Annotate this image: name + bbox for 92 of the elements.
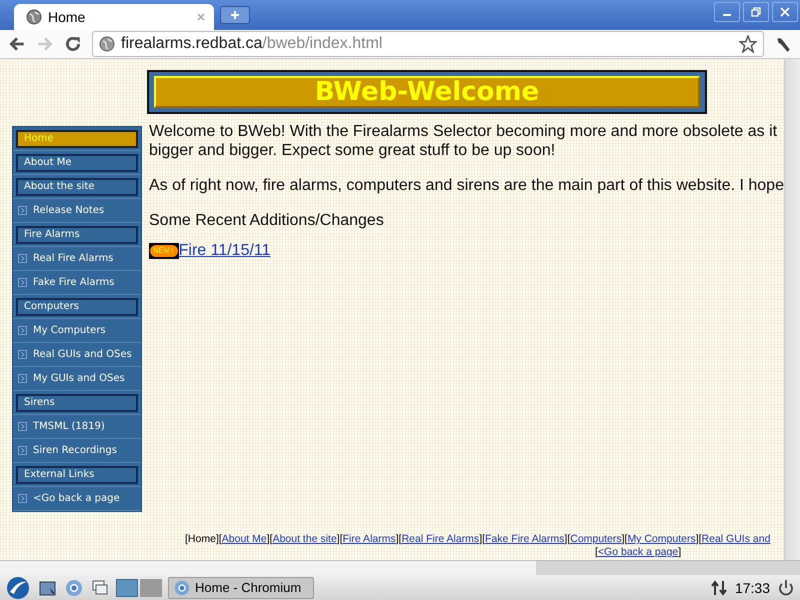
- bracket: [: [340, 533, 343, 545]
- sidebar-link[interactable]: Fake Fire Alarms: [13, 271, 141, 295]
- star-icon[interactable]: [739, 35, 757, 53]
- new-badge: NEW!: [149, 243, 179, 259]
- reload-icon[interactable]: [64, 35, 82, 53]
- banner-title: BWeb-Welcome: [154, 76, 700, 108]
- arrow-icon: [18, 206, 27, 215]
- bracket: ]: [216, 533, 219, 545]
- bracket: ]: [396, 533, 399, 545]
- back-icon[interactable]: [8, 35, 26, 53]
- restore-button[interactable]: [743, 2, 769, 22]
- clock[interactable]: 17:33: [734, 580, 770, 596]
- section-heading: Some Recent Additions/Changes: [149, 211, 385, 230]
- sidebar-item[interactable]: Fire Alarms: [13, 223, 141, 247]
- sidebar-item[interactable]: About Me: [13, 151, 141, 175]
- arrow-icon: [18, 374, 27, 383]
- sidebar-link[interactable]: My GUIs and OSes: [13, 367, 141, 391]
- footer-link[interactable]: Computers: [570, 533, 622, 545]
- arrow-icon: [18, 446, 27, 455]
- current-page-label: Home: [188, 533, 216, 545]
- footer-link[interactable]: Fire Alarms: [342, 533, 396, 545]
- bracket: ]: [622, 533, 625, 545]
- browser-icon: [173, 578, 191, 596]
- bracket: ]: [564, 533, 568, 545]
- workspace-button[interactable]: [116, 578, 138, 596]
- arrow-icon: [18, 326, 27, 335]
- restore-icon: [750, 6, 762, 18]
- vertical-scrollbar[interactable]: [784, 59, 800, 560]
- paragraph: As of right now, fire alarms, computers and sirens are the main part of this website. I hope: [149, 176, 784, 195]
- taskbar-button[interactable]: Home - Chromium: [168, 576, 314, 598]
- browser-icon[interactable]: [64, 578, 84, 598]
- footer-link[interactable]: <Go back a page: [598, 546, 678, 558]
- globe-icon: [26, 9, 42, 25]
- arrow-icon: [18, 422, 27, 431]
- close-icon: [779, 6, 791, 18]
- footer-link[interactable]: Fake Fire Alarms: [485, 533, 564, 545]
- sidebar-link[interactable]: TMSML (1819): [13, 415, 141, 439]
- bracket: ]: [696, 533, 699, 545]
- bracket: [: [270, 533, 273, 545]
- recent-link[interactable]: Fire 11/15/11: [178, 242, 271, 260]
- sidebar-item[interactable]: About the site: [13, 175, 141, 199]
- sidebar-item[interactable]: Computers: [13, 295, 141, 319]
- footer-link[interactable]: About the site: [272, 533, 337, 545]
- footer-link[interactable]: My Computers: [627, 533, 696, 545]
- bracket: [: [398, 533, 402, 545]
- bracket: [: [185, 533, 188, 545]
- sidebar-link[interactable]: <Go back a page: [13, 487, 141, 511]
- arrow-icon: [18, 494, 27, 503]
- sidebar-link[interactable]: Computers: [16, 298, 138, 316]
- horizontal-scrollbar[interactable]: [0, 560, 800, 575]
- bracket: [: [567, 533, 570, 545]
- close-button[interactable]: [772, 2, 798, 22]
- tab-title: Home: [48, 9, 86, 25]
- bracket: [: [698, 533, 702, 545]
- sidebar-link[interactable]: Real GUIs and OSes: [13, 343, 141, 367]
- network-icon[interactable]: [708, 578, 729, 598]
- sidebar-link[interactable]: Fire Alarms: [16, 226, 138, 244]
- sidebar-link[interactable]: Release Notes: [13, 199, 141, 223]
- sidebar-link[interactable]: My Computers: [13, 319, 141, 343]
- address-bar[interactable]: firealarms.redbat.ca/bweb/index.html: [92, 31, 764, 57]
- sidebar-item[interactable]: External Links: [13, 463, 141, 487]
- start-menu-icon[interactable]: [4, 576, 32, 600]
- sidebar-link[interactable]: About Me: [16, 154, 138, 172]
- windows-icon[interactable]: [90, 578, 110, 598]
- plus-icon: [230, 10, 240, 20]
- bracket: ]: [678, 546, 682, 558]
- minimize-button[interactable]: [714, 2, 740, 22]
- arrow-icon: [18, 254, 27, 263]
- footer-link[interactable]: About Me: [222, 533, 267, 545]
- sidebar-link[interactable]: External Links: [16, 466, 138, 484]
- new-tab-button[interactable]: [220, 6, 250, 24]
- minimize-icon: [723, 14, 731, 16]
- bracket: ]: [479, 533, 482, 545]
- footer-link[interactable]: Real GUIs and: [702, 533, 770, 545]
- power-icon[interactable]: [776, 578, 796, 598]
- sidebar-link[interactable]: Real Fire Alarms: [13, 247, 141, 271]
- bracket: ]: [336, 533, 340, 545]
- paragraph: Welcome to BWeb! With the Firealarms Selector becoming more and more obsolete as it bigger and bigger. Expect some great stuff to be up soon!: [149, 122, 778, 160]
- footer-link[interactable]: Real Fire Alarms: [402, 533, 480, 545]
- bracket: [: [595, 546, 598, 558]
- globe-icon: [99, 36, 115, 52]
- arrow-icon: [18, 350, 27, 359]
- bracket: [: [624, 533, 628, 545]
- sidebar-link[interactable]: Sirens: [16, 394, 138, 412]
- sidebar-link[interactable]: About the site: [16, 178, 138, 196]
- sidebar-item[interactable]: Sirens: [13, 391, 141, 415]
- browser-tab[interactable]: Home: [14, 4, 214, 30]
- arrow-icon: [18, 278, 27, 287]
- bracket: ]: [266, 533, 270, 545]
- bracket: [: [218, 533, 222, 545]
- sidebar-link[interactable]: Siren Recordings: [13, 439, 141, 463]
- bracket: [: [482, 533, 486, 545]
